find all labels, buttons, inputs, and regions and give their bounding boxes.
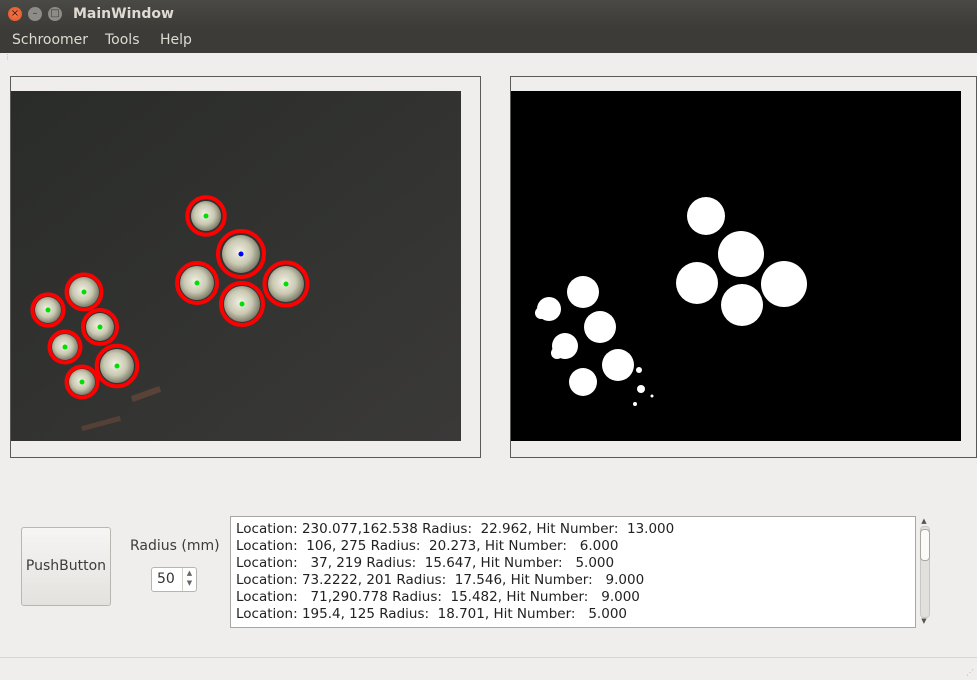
status-bar: ⋰ [0, 657, 977, 680]
minimize-icon[interactable]: – [28, 7, 42, 21]
scroll-thumb[interactable] [920, 529, 930, 561]
binary-mask-frame [510, 76, 977, 458]
scroll-down-icon[interactable]: ▼ [917, 616, 931, 626]
title-bar: × – □ MainWindow [0, 0, 977, 29]
camera-view-frame [10, 76, 481, 458]
menu-help[interactable]: Help [160, 32, 192, 48]
size-grip-icon[interactable]: ⋰ [966, 668, 974, 677]
spin-arrows[interactable]: ▲ ▼ [182, 568, 196, 591]
log-line: Location: 73.2222, 201 Radius: 17.546, H… [236, 572, 645, 588]
spin-down-icon[interactable]: ▼ [183, 578, 196, 588]
radius-spinbox[interactable]: 50 ▲ ▼ [151, 567, 197, 592]
binary-mask-image [511, 91, 961, 441]
close-icon[interactable]: × [8, 7, 22, 21]
log-line: Location: 106, 275 Radius: 20.273, Hit N… [236, 538, 619, 554]
camera-view-image [11, 91, 461, 441]
log-scrollbar[interactable]: ▲ ▼ [917, 516, 931, 626]
results-log[interactable]: Location: 230.077,162.538 Radius: 22.962… [230, 516, 916, 628]
window-title: MainWindow [73, 6, 174, 22]
menu-tools[interactable]: Tools [105, 32, 140, 48]
scroll-up-icon[interactable]: ▲ [917, 516, 931, 526]
log-line: Location: 71,290.778 Radius: 15.482, Hit… [236, 589, 640, 605]
maximize-icon[interactable]: □ [48, 7, 62, 21]
radius-value: 50 [157, 571, 175, 587]
push-button[interactable]: PushButton [21, 527, 111, 606]
log-line: Location: 195.4, 125 Radius: 18.701, Hit… [236, 606, 627, 622]
menu-schroomer[interactable]: Schroomer [12, 32, 88, 48]
toolbar-grip[interactable]: ⋮ [4, 54, 11, 61]
log-line: Location: 230.077,162.538 Radius: 22.962… [236, 521, 675, 537]
radius-label: Radius (mm) [130, 538, 220, 554]
menu-bar: Schroomer Tools Help [0, 29, 977, 53]
spin-up-icon[interactable]: ▲ [183, 568, 196, 578]
log-line: Location: 37, 219 Radius: 15.647, Hit Nu… [236, 555, 615, 571]
